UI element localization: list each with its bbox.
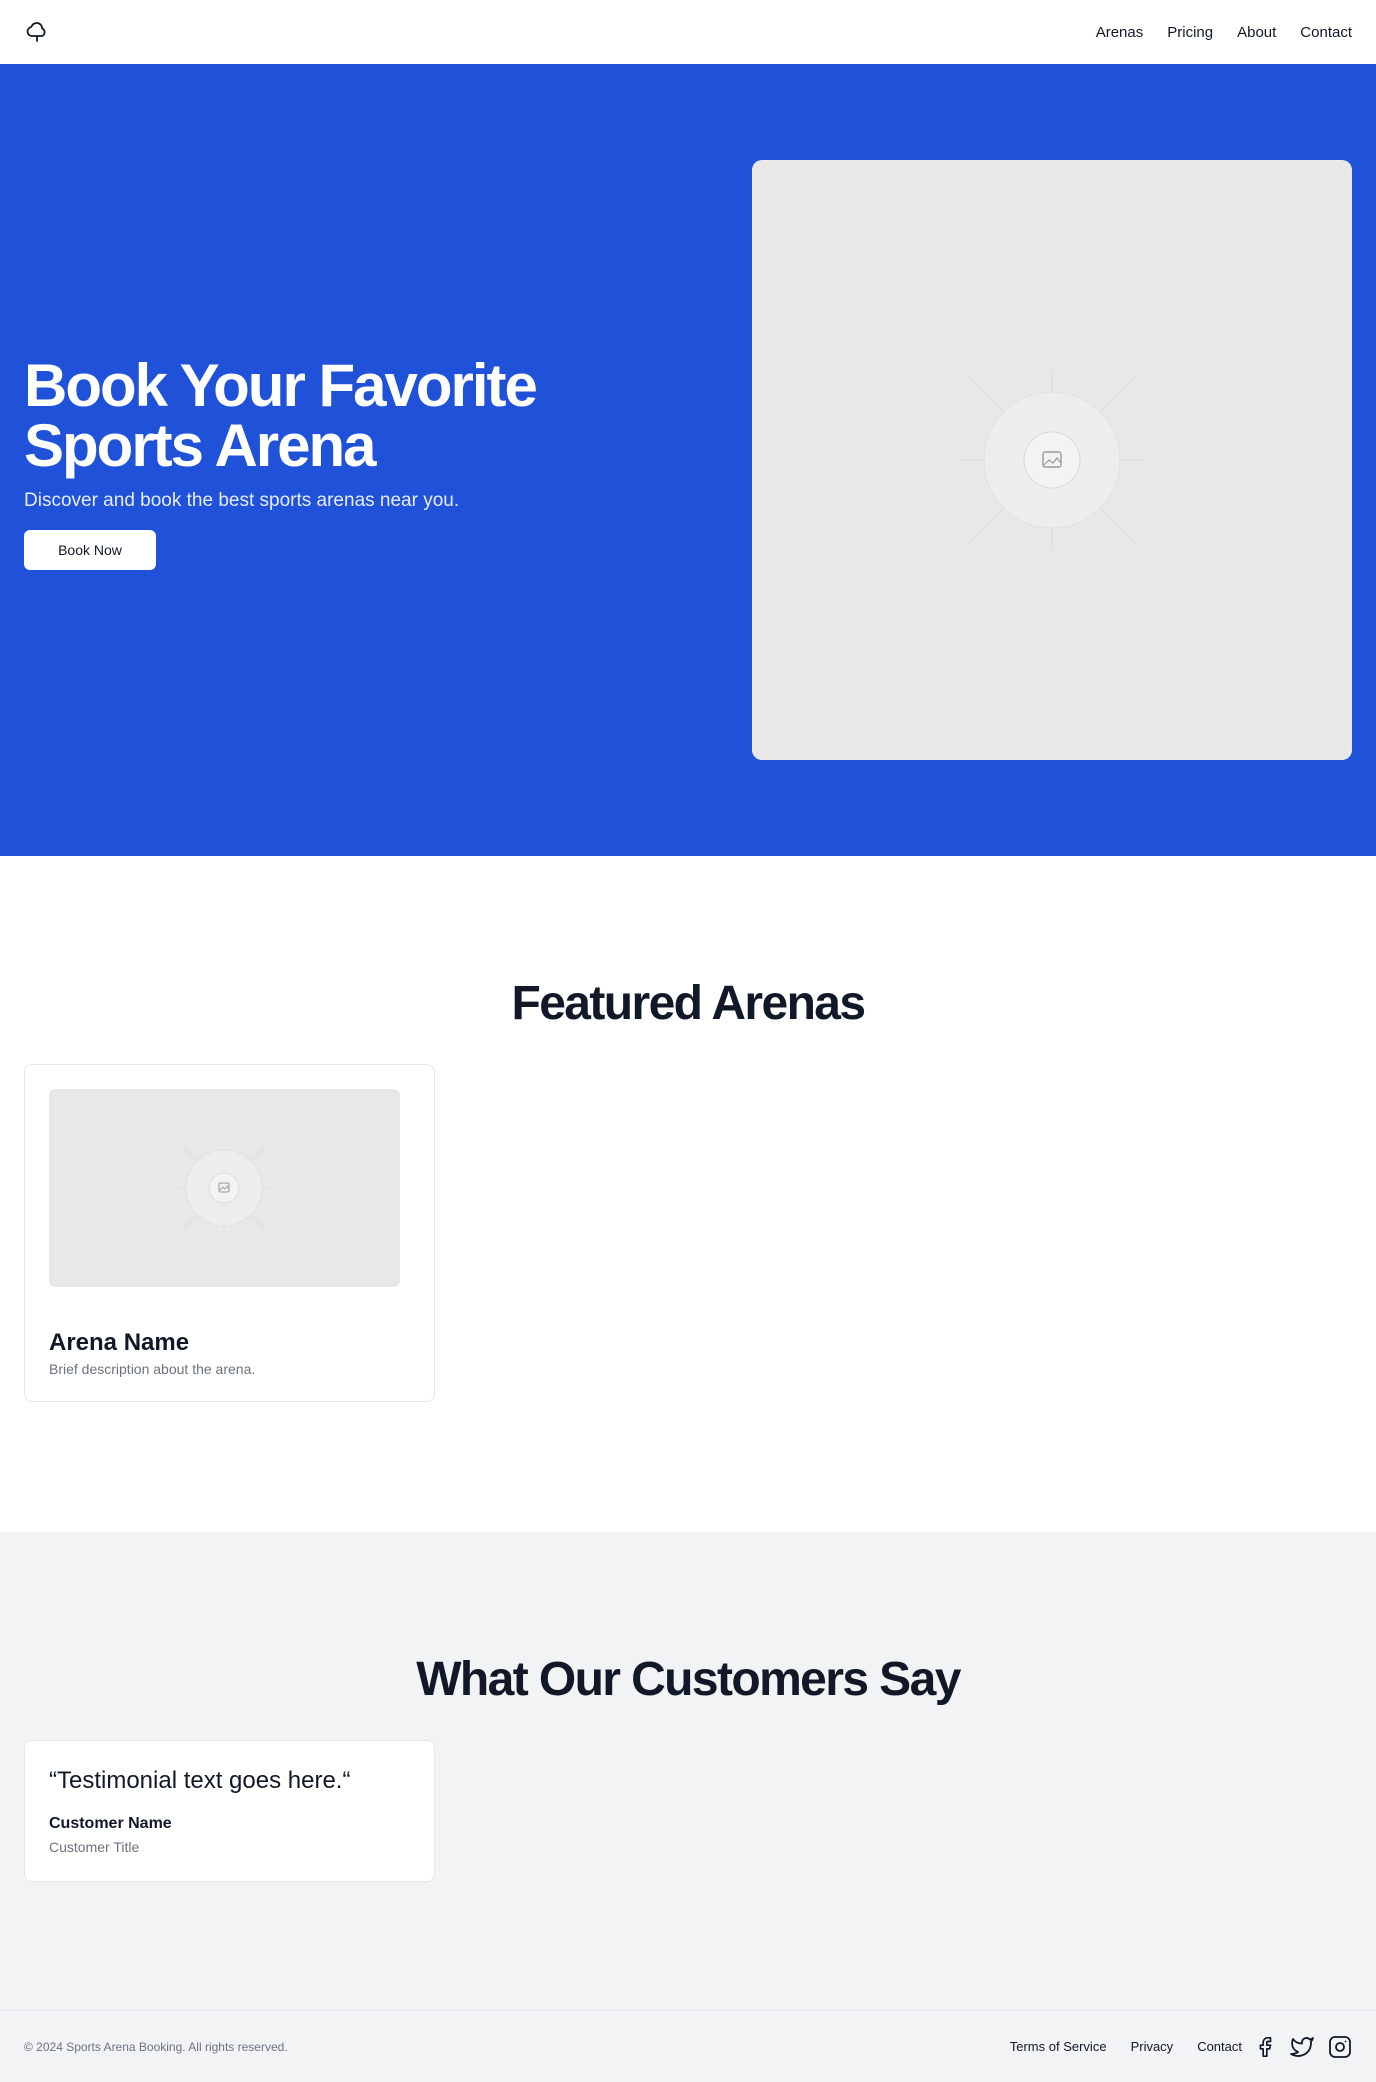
hero-image bbox=[752, 160, 1352, 760]
hero-title-line1: Book Your Favorite bbox=[24, 352, 538, 419]
cloud-icon[interactable] bbox=[24, 19, 50, 45]
arena-image bbox=[49, 1089, 400, 1287]
hero-title: Book Your Favorite Sports Arena bbox=[24, 356, 624, 476]
arena-card[interactable]: Arena Name Brief description about the a… bbox=[24, 1064, 435, 1402]
nav-link-about[interactable]: About bbox=[1237, 24, 1276, 41]
footer-link-privacy[interactable]: Privacy bbox=[1131, 2039, 1174, 2054]
nav-link-arenas[interactable]: Arenas bbox=[1096, 24, 1144, 41]
image-placeholder-icon bbox=[180, 1144, 268, 1232]
featured-heading: Featured Arenas bbox=[511, 977, 866, 1030]
book-now-button[interactable]: Book Now bbox=[24, 530, 156, 570]
customer-name: Customer Name bbox=[49, 1815, 172, 1832]
instagram-icon[interactable] bbox=[1328, 2035, 1352, 2059]
site-header: Arenas Pricing About Contact bbox=[0, 0, 1376, 64]
testimonial-quote: “Testimonial text goes here.“ bbox=[49, 1767, 351, 1794]
social-links bbox=[1254, 2035, 1352, 2059]
footer-link-terms[interactable]: Terms of Service bbox=[1010, 2039, 1107, 2054]
nav-link-pricing[interactable]: Pricing bbox=[1167, 24, 1213, 41]
customer-title: Customer Title bbox=[49, 1839, 140, 1855]
site-footer: © 2024 Sports Arena Booking. All rights … bbox=[0, 2010, 1376, 2082]
main-nav: Arenas Pricing About Contact bbox=[1096, 24, 1352, 41]
testimonial-card: “Testimonial text goes here.“ Customer N… bbox=[24, 1740, 435, 1882]
testimonials-section: What Our Customers Say “Testimonial text… bbox=[0, 1532, 1376, 2010]
hero-title-line2: Sports Arena bbox=[24, 412, 377, 479]
hero-subtitle: Discover and book the best sports arenas… bbox=[24, 490, 460, 511]
twitter-icon[interactable] bbox=[1290, 2035, 1314, 2059]
hero-section: Book Your Favorite Sports Arena Discover… bbox=[0, 64, 1376, 856]
footer-link-contact[interactable]: Contact bbox=[1197, 2039, 1242, 2054]
hero-content: Book Your Favorite Sports Arena Discover… bbox=[24, 356, 624, 570]
copyright-text: © 2024 Sports Arena Booking. All rights … bbox=[24, 2039, 288, 2054]
image-placeholder-icon bbox=[962, 370, 1142, 550]
testimonials-heading: What Our Customers Say bbox=[416, 1653, 961, 1706]
arena-name: Arena Name bbox=[49, 1329, 190, 1356]
arena-description: Brief description about the arena. bbox=[49, 1361, 256, 1377]
footer-links: Terms of Service Privacy Contact bbox=[986, 2035, 1352, 2059]
facebook-icon[interactable] bbox=[1254, 2036, 1276, 2058]
nav-link-contact[interactable]: Contact bbox=[1300, 24, 1352, 41]
featured-arenas-section: Featured Arenas Arena Name Brief descrip… bbox=[0, 856, 1376, 1532]
